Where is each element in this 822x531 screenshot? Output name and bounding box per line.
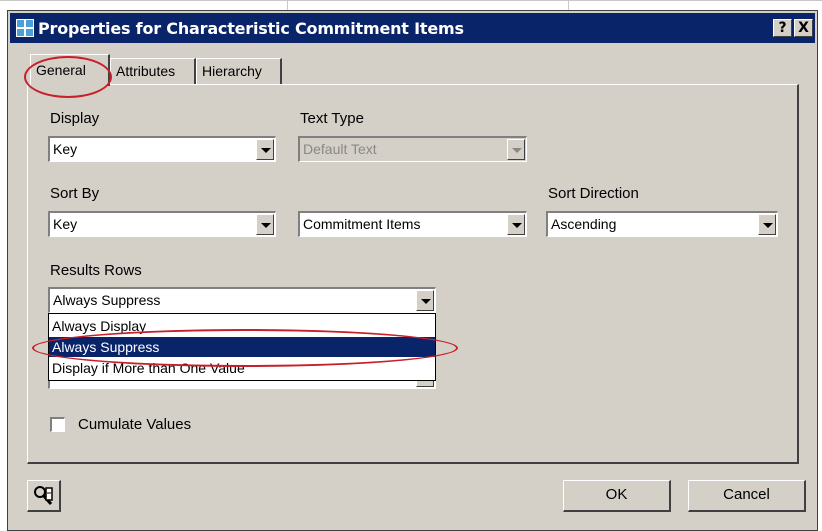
text-type-select: Default Text (298, 136, 527, 162)
settings-button[interactable] (27, 480, 61, 512)
results-rows-value: Always Suppress (53, 292, 161, 308)
window-title: Properties for Characteristic Commitment… (38, 19, 464, 38)
option-always-suppress[interactable]: Always Suppress (49, 337, 435, 357)
tab-attributes[interactable]: Attributes (110, 58, 196, 84)
sort-by-select[interactable]: Key (48, 211, 276, 237)
sort-direction-label: Sort Direction (548, 185, 639, 202)
text-type-value: Default Text (303, 141, 377, 157)
grid-icon (16, 19, 34, 37)
sort-direction-select[interactable]: Ascending (546, 211, 778, 237)
help-button[interactable]: ? (773, 19, 792, 37)
tab-general[interactable]: General (30, 54, 110, 86)
tab-hierarchy[interactable]: Hierarchy (196, 58, 282, 84)
wrench-key-icon (34, 486, 53, 505)
sort-by-characteristic-value: Commitment Items (303, 216, 421, 232)
ok-button[interactable]: OK (563, 480, 671, 512)
chevron-down-icon[interactable] (256, 214, 274, 235)
sort-direction-value: Ascending (551, 216, 617, 232)
sort-by-label: Sort By (50, 185, 100, 202)
chevron-down-icon[interactable] (256, 139, 274, 160)
sort-by-value: Key (53, 216, 78, 232)
text-type-label: Text Type (300, 110, 364, 127)
chevron-down-icon[interactable] (758, 214, 776, 235)
results-rows-dropdown-list: Always Display Always Suppress Display i… (48, 313, 436, 381)
outer-border-top (0, 0, 822, 1)
display-select[interactable]: Key (48, 136, 276, 162)
display-label: Display (50, 110, 100, 127)
sort-by-characteristic-select[interactable]: Commitment Items (298, 211, 527, 237)
outer-divider (287, 0, 288, 10)
cancel-button[interactable]: Cancel (688, 480, 806, 512)
chevron-down-icon[interactable] (507, 214, 525, 235)
cumulate-values-checkbox[interactable] (50, 417, 65, 432)
chevron-down-icon[interactable] (416, 290, 434, 311)
display-value: Key (53, 141, 78, 157)
close-button[interactable]: X (794, 19, 813, 37)
option-always-display[interactable]: Always Display (49, 316, 435, 336)
title-bar[interactable]: Properties for Characteristic Commitment… (10, 13, 815, 43)
cumulate-values-label[interactable]: Cumulate Values (78, 416, 191, 433)
chevron-down-icon (507, 139, 525, 160)
option-display-if-more-than-one-value[interactable]: Display if More than One Value (49, 358, 435, 378)
results-rows-select[interactable]: Always Suppress (48, 287, 436, 313)
results-rows-label: Results Rows (50, 262, 142, 279)
outer-divider (568, 0, 569, 10)
